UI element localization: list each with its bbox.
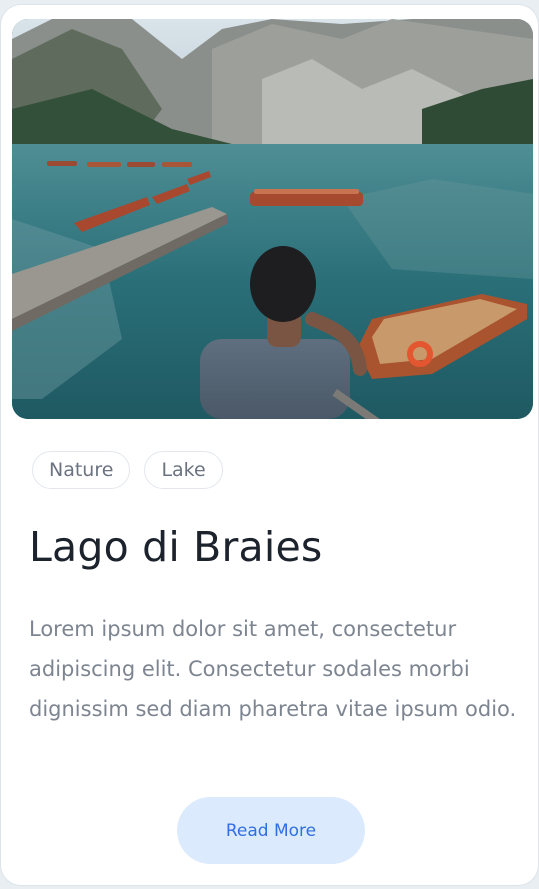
- card-title: Lago di Braies: [29, 523, 323, 571]
- tag-lake[interactable]: Lake: [144, 451, 223, 489]
- read-more-button[interactable]: Read More: [177, 797, 365, 864]
- tag-nature[interactable]: Nature: [32, 451, 131, 489]
- lake-photo: [12, 19, 533, 419]
- article-card: Nature Lake Lago di Braies Lorem ipsum d…: [1, 5, 538, 885]
- card-description: Lorem ipsum dolor sit amet, consectetur …: [29, 617, 517, 721]
- card-image: [12, 19, 533, 419]
- tag-list: Nature Lake: [32, 451, 223, 489]
